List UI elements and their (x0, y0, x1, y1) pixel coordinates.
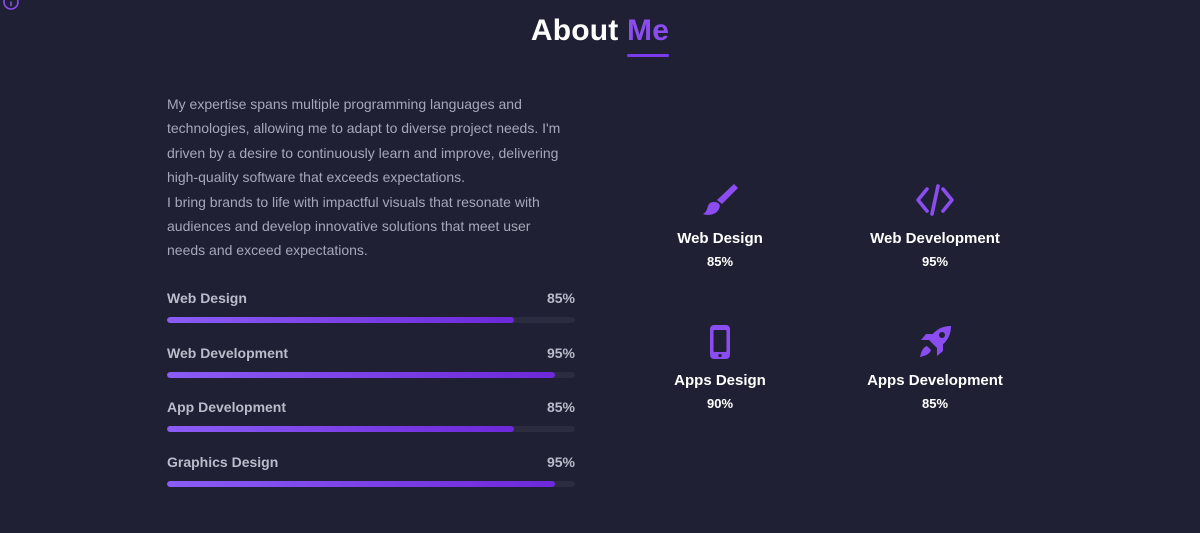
service-card: Apps Design 90% (620, 322, 820, 411)
skill-progress-fill (167, 317, 514, 323)
service-name: Apps Design (674, 372, 766, 389)
circle-icon[interactable] (2, 0, 20, 11)
service-card: Apps Development 85% (835, 322, 1035, 411)
skill-label: Graphics Design (167, 454, 279, 471)
skill-item: Web Development 95% (167, 345, 575, 400)
skill-item: Web Design 85% (167, 290, 575, 345)
service-name: Web Development (870, 230, 1000, 247)
skills-list: Web Design 85% Web Development 95% App D… (167, 290, 575, 509)
skill-percent: 95% (546, 454, 575, 471)
skill-percent: 85% (546, 290, 575, 306)
title-main: About (530, 14, 619, 47)
mobile-icon (710, 325, 730, 359)
skill-progress-fill (167, 371, 555, 378)
skill-label: App Development (167, 399, 287, 416)
service-percent: 90% (706, 396, 734, 411)
services-grid: Web Design 85% Web Development 95% Apps … (620, 180, 1040, 420)
skill-item: Graphics Design 95% (167, 454, 575, 509)
bio-paragraph: My expertise spans multiple programming … (167, 96, 561, 186)
skill-progress-fill (167, 481, 555, 488)
service-name: Apps Development (867, 372, 1003, 389)
title-accent: Me (627, 14, 670, 57)
skill-label: Web Design (167, 290, 247, 306)
service-percent: 85% (921, 396, 949, 411)
bio-text: My expertise spans multiple programming … (167, 92, 567, 263)
skill-progress-bar (167, 317, 575, 323)
skill-label: Web Development (167, 344, 289, 361)
skill-progress-bar (167, 426, 575, 433)
rocket-icon (920, 326, 951, 357)
service-card: Web Design 85% (620, 180, 820, 269)
service-card: Web Development 95% (835, 180, 1035, 269)
paintbrush-icon (703, 184, 738, 215)
skill-percent: 85% (546, 399, 575, 416)
skill-percent: 95% (546, 344, 575, 361)
service-percent: 85% (706, 254, 734, 269)
skill-progress-bar (167, 371, 575, 378)
service-name: Web Design (677, 230, 763, 247)
service-percent: 95% (921, 254, 949, 269)
skill-progress-fill (167, 426, 514, 433)
skill-progress-bar (167, 481, 575, 488)
bio-paragraph: I bring brands to life with impactful vi… (167, 193, 540, 259)
section-title: About Me (0, 14, 1200, 57)
skill-item: App Development 85% (167, 399, 575, 454)
code-icon (916, 184, 954, 216)
